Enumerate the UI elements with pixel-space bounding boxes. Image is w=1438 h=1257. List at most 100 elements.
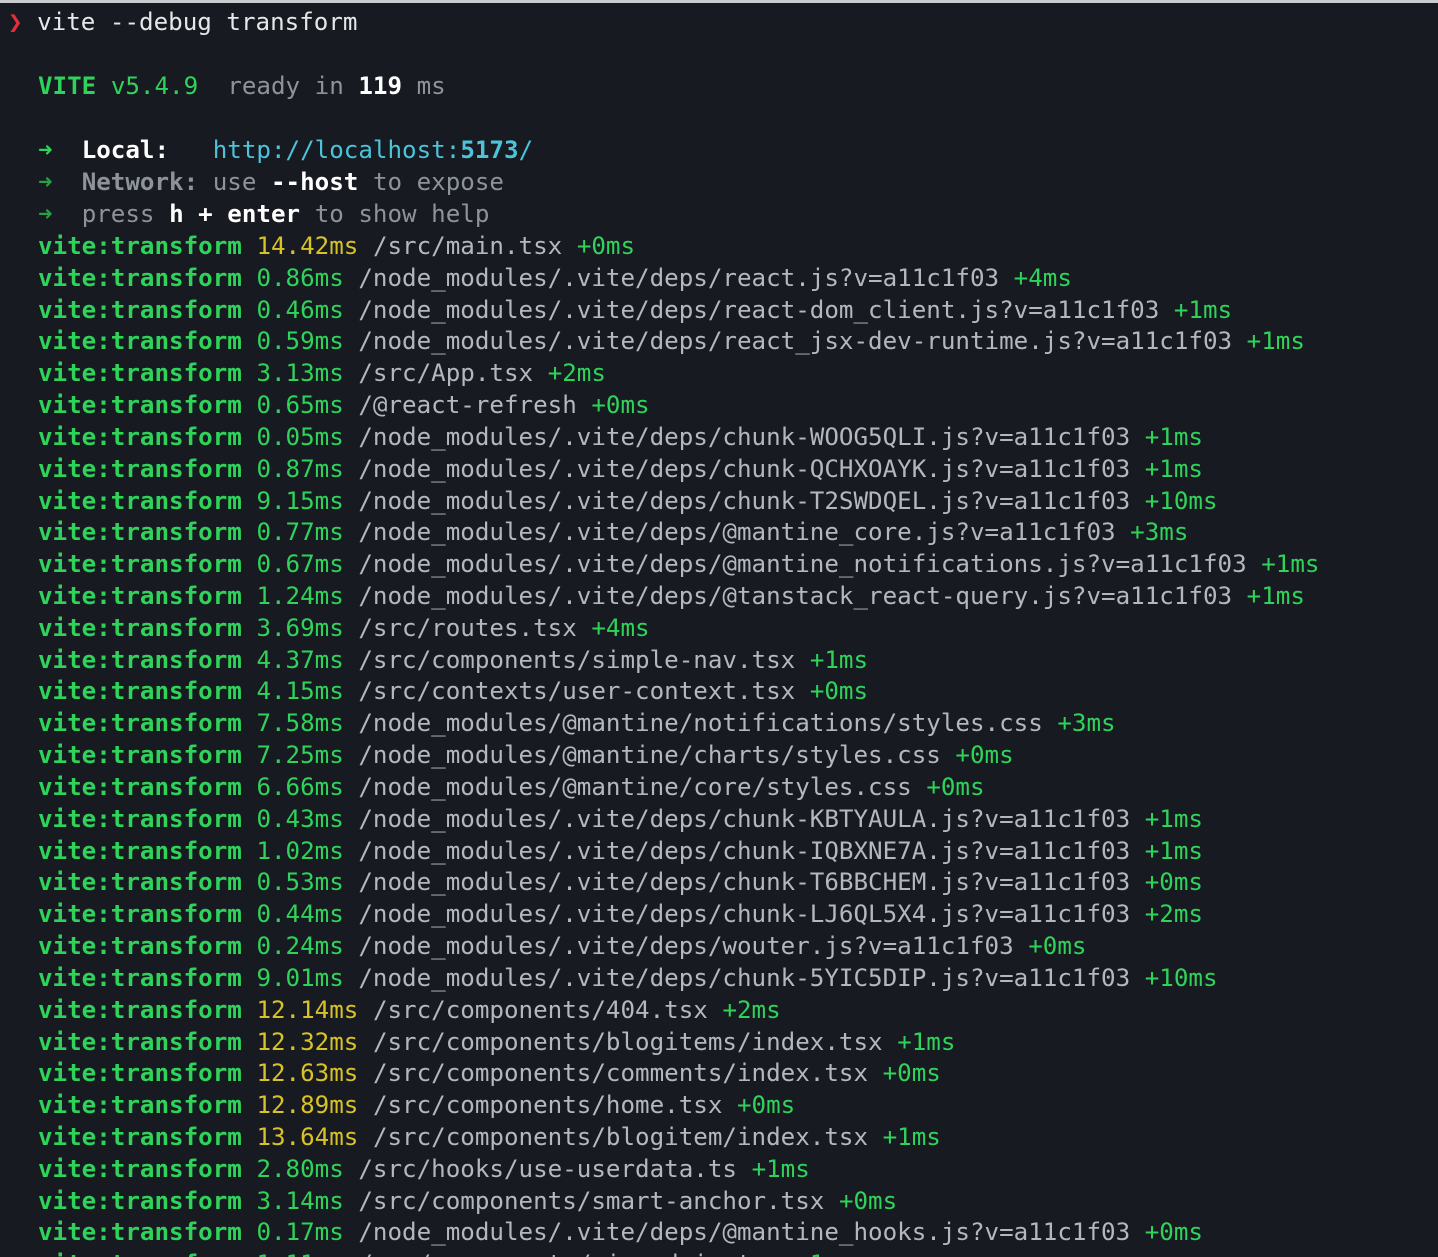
log-path: /src/components/blogitems/index.tsx	[372, 1027, 883, 1056]
arrow-right-icon: ➜	[38, 200, 53, 228]
help-rest: to show help	[314, 200, 490, 228]
log-delta: +0ms	[955, 741, 1014, 770]
log-duration: 3.13ms	[256, 359, 344, 388]
log-namespace: vite:transform	[38, 868, 242, 897]
log-namespace: vite:transform	[38, 422, 242, 451]
log-namespace: vite:transform	[38, 836, 242, 865]
local-label: Local:	[81, 136, 170, 164]
log-namespace: vite:transform	[38, 709, 242, 738]
log-delta: +1ms	[751, 1154, 810, 1183]
local-url-link[interactable]: http://localhost:5173/	[213, 136, 533, 164]
log-namespace: vite:transform	[38, 741, 242, 770]
log-duration: 1.24ms	[256, 582, 344, 611]
log-line: vite:transform 0.24ms /node_modules/.vit…	[38, 930, 1086, 962]
log-namespace: vite:transform	[38, 550, 242, 579]
log-path: /src/App.tsx	[358, 359, 534, 388]
log-duration: 9.15ms	[256, 486, 344, 515]
log-path: /node_modules/.vite/deps/react-dom_clien…	[358, 295, 1160, 324]
log-delta: +1ms	[1173, 295, 1233, 324]
log-duration: 0.44ms	[256, 900, 344, 929]
log-line: vite:transform 0.46ms /node_modules/.vit…	[38, 294, 1232, 326]
log-line: vite:transform 13.64ms /src/components/b…	[38, 1121, 941, 1153]
log-duration: 7.25ms	[256, 741, 344, 770]
log-duration: 1.02ms	[256, 836, 344, 865]
network-host-flag: --host	[271, 168, 359, 196]
log-delta: +4ms	[591, 613, 650, 642]
log-path: /node_modules/.vite/deps/chunk-KBTYAULA.…	[358, 804, 1131, 833]
vite-banner: VITE v5.4.9 ready in 119 ms	[38, 70, 446, 102]
ready-value: 119	[358, 72, 403, 100]
log-line: vite:transform 6.66ms /node_modules/@man…	[38, 771, 985, 803]
log-delta: +1ms	[1246, 327, 1305, 356]
log-path: /src/contexts/user-context.tsx	[358, 677, 796, 706]
log-path: /src/components/smart-anchor.tsx	[358, 1186, 825, 1215]
log-duration: 9.01ms	[256, 963, 344, 992]
terminal-output[interactable]: ❯ vite --debug transform VITE v5.4.9 rea…	[0, 3, 1438, 1257]
log-namespace: vite:transform	[38, 1122, 242, 1151]
log-namespace: vite:transform	[38, 900, 242, 929]
log-line: vite:transform 3.13ms /src/App.tsx +2ms	[38, 357, 606, 389]
log-namespace: vite:transform	[38, 932, 242, 961]
log-line: vite:transform 1.24ms /node_modules/.vit…	[38, 580, 1305, 612]
log-line: vite:transform 1.02ms /node_modules/.vit…	[38, 835, 1203, 867]
log-path: /node_modules/.vite/deps/react.js?v=a11c…	[358, 263, 1000, 292]
log-path: /src/hooks/use-userdata.ts	[358, 1154, 737, 1183]
log-path: /node_modules/.vite/deps/chunk-WOOG5QLI.…	[358, 422, 1131, 451]
log-line: vite:transform 0.77ms /node_modules/.vit…	[38, 516, 1188, 548]
log-line: vite:transform 12.63ms /src/components/c…	[38, 1057, 941, 1089]
arrow-right-icon: ➜	[38, 168, 53, 196]
command-text: vite --debug transform	[37, 8, 358, 36]
log-path: /src/components/404.tsx	[372, 995, 708, 1024]
log-path: /node_modules/.vite/deps/@tanstack_react…	[358, 582, 1233, 611]
log-duration: 0.65ms	[256, 391, 344, 420]
arrow-right-icon: ➜	[38, 136, 53, 164]
log-namespace: vite:transform	[38, 327, 242, 356]
log-line: vite:transform 3.69ms /src/routes.tsx +4…	[38, 612, 650, 644]
log-delta: +0ms	[838, 1186, 898, 1215]
network-use: use	[212, 168, 257, 196]
log-duration: 6.66ms	[256, 772, 344, 801]
log-path: /src/components/blogitem/index.tsx	[372, 1122, 869, 1151]
log-namespace: vite:transform	[38, 1091, 242, 1120]
log-delta: +1ms	[1144, 422, 1203, 451]
log-line: vite:transform 9.01ms /node_modules/.vit…	[38, 962, 1218, 994]
help-line: ➜ press h + enter to show help	[38, 198, 489, 230]
log-line: vite:transform 7.58ms /node_modules/@man…	[38, 707, 1116, 739]
log-path: /src/components/simple-nav.tsx	[358, 645, 796, 674]
log-delta: +1ms	[882, 1122, 941, 1151]
log-duration: 13.64ms	[256, 1122, 359, 1151]
log-delta: +0ms	[926, 772, 985, 801]
log-namespace: vite:transform	[38, 613, 242, 642]
log-line: vite:transform 14.42ms /src/main.tsx +0m…	[38, 230, 635, 262]
log-duration: 7.58ms	[256, 709, 344, 738]
log-path: /node_modules/.vite/deps/chunk-LJ6QL5X4.…	[358, 900, 1131, 929]
log-delta: +0ms	[576, 232, 636, 260]
log-path: /node_modules/@mantine/notifications/sty…	[358, 709, 1043, 738]
log-path: /@react-refresh	[358, 391, 577, 420]
local-url-line: ➜ Local: http://localhost:5173/	[38, 134, 533, 166]
log-delta: +3ms	[1130, 518, 1189, 547]
log-namespace: vite:transform	[38, 772, 242, 801]
log-line: vite:transform 4.15ms /src/contexts/user…	[38, 675, 868, 707]
log-line: vite:transform 3.14ms /src/components/sm…	[38, 1185, 897, 1217]
vite-name: VITE	[38, 72, 97, 100]
log-path: /node_modules/.vite/deps/chunk-T2SWDQEL.…	[358, 486, 1131, 515]
log-namespace: vite:transform	[38, 995, 242, 1024]
log-delta: +3ms	[1057, 709, 1116, 738]
local-url-suffix: /	[518, 136, 534, 164]
log-line: vite:transform 0.87ms /node_modules/.vit…	[38, 453, 1203, 485]
log-path: /node_modules/.vite/deps/@mantine_notifi…	[358, 550, 1247, 579]
log-delta: +10ms	[1144, 486, 1218, 515]
log-line: vite:transform 0.59ms /node_modules/.vit…	[38, 325, 1305, 357]
log-namespace: vite:transform	[38, 963, 242, 992]
log-line: vite:transform 9.15ms /node_modules/.vit…	[38, 485, 1218, 517]
log-line: vite:transform 0.65ms /@react-refresh +0…	[38, 389, 650, 421]
log-namespace: vite:transform	[38, 1059, 242, 1088]
log-duration: 4.15ms	[256, 677, 344, 706]
log-duration: 12.63ms	[256, 1059, 359, 1088]
log-delta: +0ms	[882, 1059, 941, 1088]
log-line: vite:transform 0.43ms /node_modules/.vit…	[38, 803, 1203, 835]
log-namespace: vite:transform	[38, 486, 242, 515]
log-duration: 0.46ms	[256, 295, 344, 324]
log-path: /src/components/comments/index.tsx	[372, 1059, 869, 1088]
